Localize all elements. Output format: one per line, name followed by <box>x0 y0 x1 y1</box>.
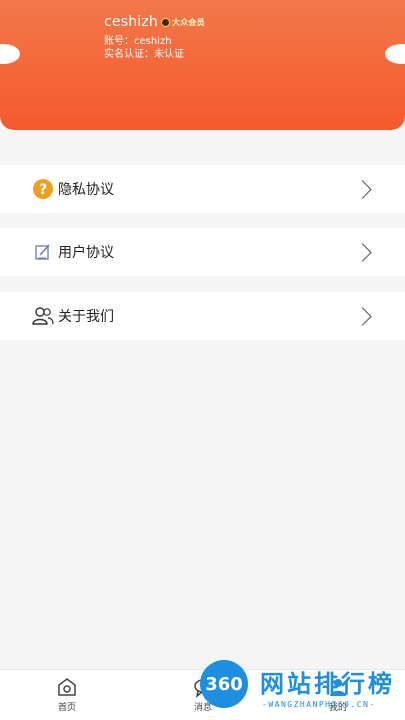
username-text: ceshizh <box>104 14 158 30</box>
realname-status: 实名认证：未认证 <box>104 49 184 60</box>
menu-item-label: 关于我们 <box>58 309 114 325</box>
chevron-right-icon <box>353 306 372 326</box>
tab-home[interactable]: 首页 <box>37 676 97 713</box>
watermark-logo: 360 <box>200 660 248 708</box>
menu-item-user-agreement[interactable]: 用户协议 <box>0 228 405 276</box>
menu-item-label: 用户协议 <box>58 245 114 261</box>
users-icon <box>32 305 54 327</box>
tab-label: 首页 <box>57 703 76 713</box>
ticket-notch-left <box>0 44 20 64</box>
watermark: 360 网站排行榜 -WANGZHANPH360.CN- <box>200 658 405 718</box>
chevron-right-icon <box>353 242 372 262</box>
username[interactable]: ceshizh 大众会员 <box>104 14 205 30</box>
chevron-right-icon <box>353 179 372 199</box>
home-icon <box>58 678 76 696</box>
svg-text:?: ? <box>39 182 47 198</box>
menu-item-label: 隐私协议 <box>58 182 114 198</box>
menu-item-about[interactable]: 关于我们 <box>0 292 405 340</box>
profile-header: ceshizh 大众会员 账号：ceshizh 实名认证：未认证 <box>0 0 405 130</box>
vip-badge: 大众会员 <box>161 17 205 28</box>
watermark-subtitle: -WANGZHANPH360.CN- <box>262 700 376 709</box>
question-icon: ? <box>32 178 54 200</box>
vip-icon <box>161 17 170 27</box>
vip-label: 大众会员 <box>172 17 205 27</box>
menu-item-privacy[interactable]: ? 隐私协议 <box>0 165 405 213</box>
edit-icon <box>32 241 54 263</box>
ticket-notch-right <box>385 44 405 64</box>
watermark-title: 网站排行榜 <box>260 670 395 698</box>
